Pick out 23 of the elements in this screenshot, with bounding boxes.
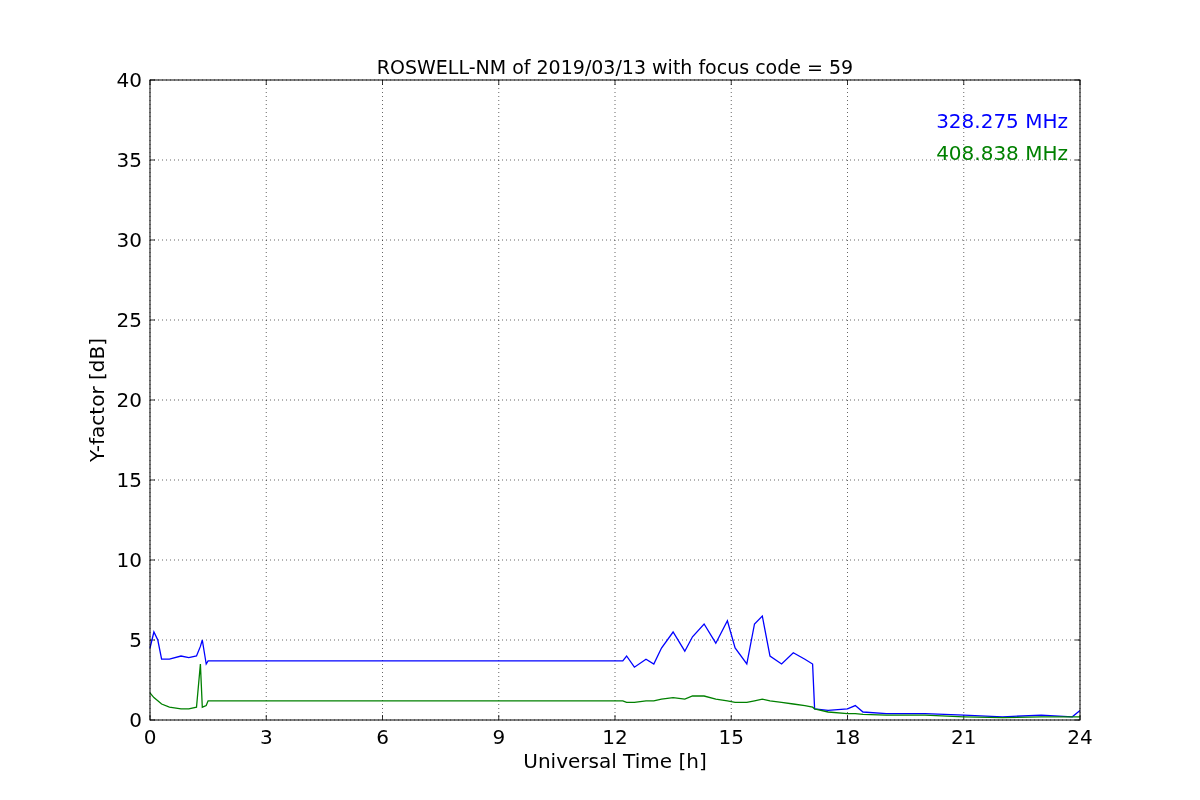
tick-label: 21 <box>951 725 977 749</box>
tick-label: 40 <box>116 68 142 92</box>
tick-label: 30 <box>116 228 142 252</box>
axis-title: Universal Time [h] <box>523 749 707 773</box>
tick-label: 18 <box>834 725 861 749</box>
tick-label: 5 <box>129 628 142 652</box>
tick-label: 15 <box>718 725 744 749</box>
axis-title: Y-factor [dB] <box>85 338 109 462</box>
legend-label: 328.275 MHz <box>936 109 1068 133</box>
tick-label: 6 <box>376 725 389 749</box>
chart-title: ROSWELL-NM of 2019/03/13 with focus code = 59 <box>376 56 854 78</box>
tick-label: 12 <box>602 725 628 749</box>
tick-label: 24 <box>1067 725 1093 749</box>
tick-label: 10 <box>116 548 142 572</box>
tick-label: 9 <box>492 725 506 749</box>
tick-label: 15 <box>116 468 142 492</box>
tick-label: 35 <box>116 148 142 172</box>
tick-label: 25 <box>116 308 142 332</box>
tick-label: 3 <box>259 725 273 749</box>
tick-label: 0 <box>129 708 142 732</box>
legend-label: 408.838 MHz <box>936 141 1068 165</box>
tick-label: 0 <box>143 725 157 749</box>
tick-label: 20 <box>116 388 142 412</box>
